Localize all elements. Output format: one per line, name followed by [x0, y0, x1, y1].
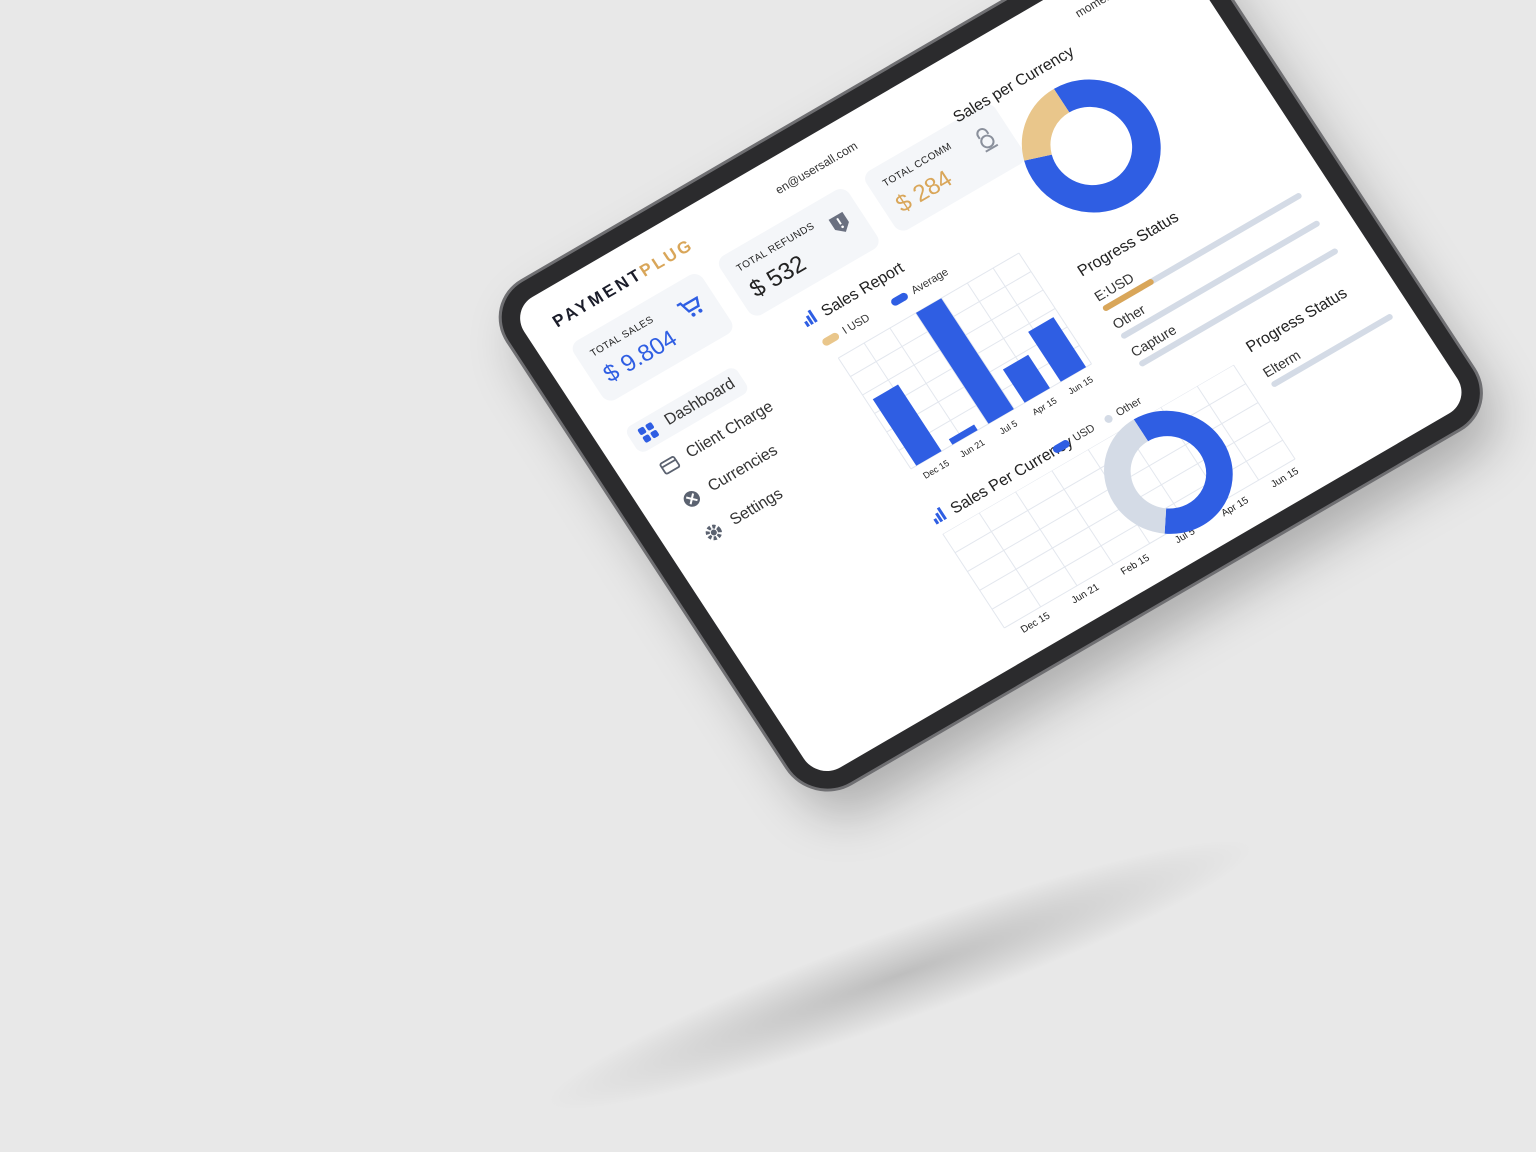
- dashboard-icon: [636, 420, 661, 444]
- legend-swatch: [889, 291, 910, 308]
- user-menu[interactable]: momentliant ⌄: [1073, 0, 1148, 20]
- progress-fill: [1119, 334, 1124, 340]
- x-tick-label: Jun 15: [1066, 374, 1095, 396]
- card-icon: [657, 453, 682, 477]
- progress-fill: [1138, 362, 1142, 368]
- legend-swatch: [820, 331, 841, 348]
- refund-tag-icon: [825, 208, 859, 243]
- bar-chart-icon: [928, 506, 950, 529]
- bar-chart-icon: [799, 309, 821, 332]
- gear-icon: [701, 520, 726, 544]
- x-tick-label: Dec 15: [921, 458, 951, 481]
- bar[interactable]: [1002, 354, 1050, 403]
- progress-fill: [1270, 382, 1274, 388]
- brand-name-part2: PLUG: [636, 234, 698, 281]
- bar[interactable]: [872, 384, 942, 466]
- x-tick-label: Jun 15: [1269, 466, 1301, 490]
- dashboard-screen: PAYMENTPLUG en@usersall.com momentliant …: [510, 0, 1472, 781]
- x-tick-label: Dec 15: [1019, 610, 1053, 635]
- card-value: $ 9.804: [598, 325, 683, 388]
- nav-label: Settings: [726, 485, 787, 529]
- x-tick-label: Jun 21: [1070, 582, 1102, 606]
- device-shadow: [527, 802, 1273, 1148]
- cart-icon: [675, 293, 711, 329]
- nav-label: Currencies: [704, 442, 781, 496]
- x-tick-label: Apr 15: [1030, 396, 1058, 418]
- tablet-device: PAYMENTPLUG en@usersall.com momentliant …: [484, 0, 1497, 805]
- legend-swatch: [1102, 413, 1115, 425]
- currency-icon: [679, 487, 704, 511]
- x-tick-label: Jun 21: [958, 437, 987, 459]
- bar[interactable]: [915, 298, 1014, 424]
- x-tick-label: Jul 5: [997, 418, 1019, 436]
